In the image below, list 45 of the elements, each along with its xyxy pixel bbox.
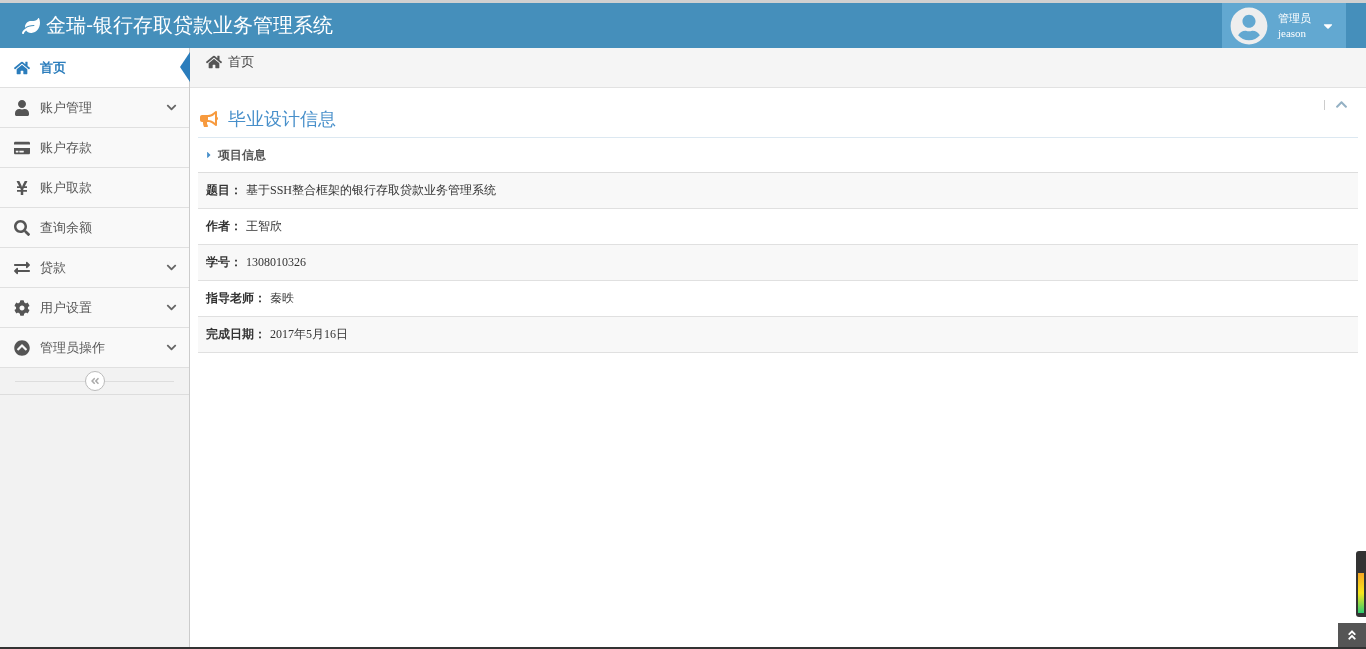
panel-title: 毕业设计信息 <box>228 106 337 131</box>
sidebar-item[interactable]: 查询余额 <box>0 208 189 248</box>
field-value: 1308010326 <box>246 255 306 270</box>
level-meter-drawing <box>1356 551 1366 617</box>
sidebar-item[interactable]: 用户设置 <box>0 288 189 328</box>
field-label: 学号： <box>206 254 242 271</box>
gear-icon <box>14 299 30 316</box>
field-label: 作者： <box>206 218 242 235</box>
megaphone-icon <box>200 109 218 128</box>
home-icon <box>14 59 30 76</box>
field-value: 王智欣 <box>246 218 282 235</box>
field-label: 指导老师： <box>206 290 266 307</box>
sidebar-item[interactable]: 账户存款 <box>0 128 189 168</box>
chevron-down-icon <box>166 342 177 353</box>
home-icon <box>206 54 222 70</box>
user-name: jeason <box>1278 25 1308 41</box>
credit-card-icon <box>14 139 30 156</box>
avatar-icon <box>1230 6 1268 45</box>
sidebar-item[interactable]: 管理员操作 <box>0 328 189 368</box>
collapse-button[interactable] <box>84 371 105 391</box>
user-icon <box>14 99 30 116</box>
search-icon <box>14 219 30 236</box>
double-left-icon <box>89 376 100 386</box>
sidebar-item[interactable]: 贷款 <box>0 248 189 288</box>
breadcrumb-link[interactable]: 首页 <box>228 53 254 71</box>
field-value: 2017年5月16日 <box>270 326 348 343</box>
field-value: 基于SSH整合框架的银行存取贷款业务管理系统 <box>246 182 496 199</box>
chevron-down-icon <box>166 302 177 313</box>
collapse-up-icon[interactable] <box>1335 98 1348 111</box>
double-up-icon <box>1346 629 1358 641</box>
sidebar-item[interactable]: 账户管理 <box>0 88 189 128</box>
chevron-down-icon <box>166 262 177 273</box>
yen-icon <box>14 179 30 196</box>
field-value: 秦昳 <box>270 290 294 307</box>
leaf-icon <box>22 16 40 35</box>
section-title: 项目信息 <box>218 146 266 164</box>
field-label: 题目： <box>206 182 242 199</box>
exchange-arrows-icon <box>14 259 30 276</box>
chevron-down-icon <box>166 102 177 113</box>
app-title: 金瑞-银行存取贷款业务管理系统 <box>46 12 335 39</box>
field-label: 完成日期： <box>206 326 266 343</box>
user-role: 管理员 <box>1278 10 1311 26</box>
sidebar-item[interactable]: 首页 <box>0 48 189 88</box>
sidebar-item[interactable]: 账户取款 <box>0 168 189 208</box>
back-to-top-button[interactable] <box>1338 623 1366 647</box>
